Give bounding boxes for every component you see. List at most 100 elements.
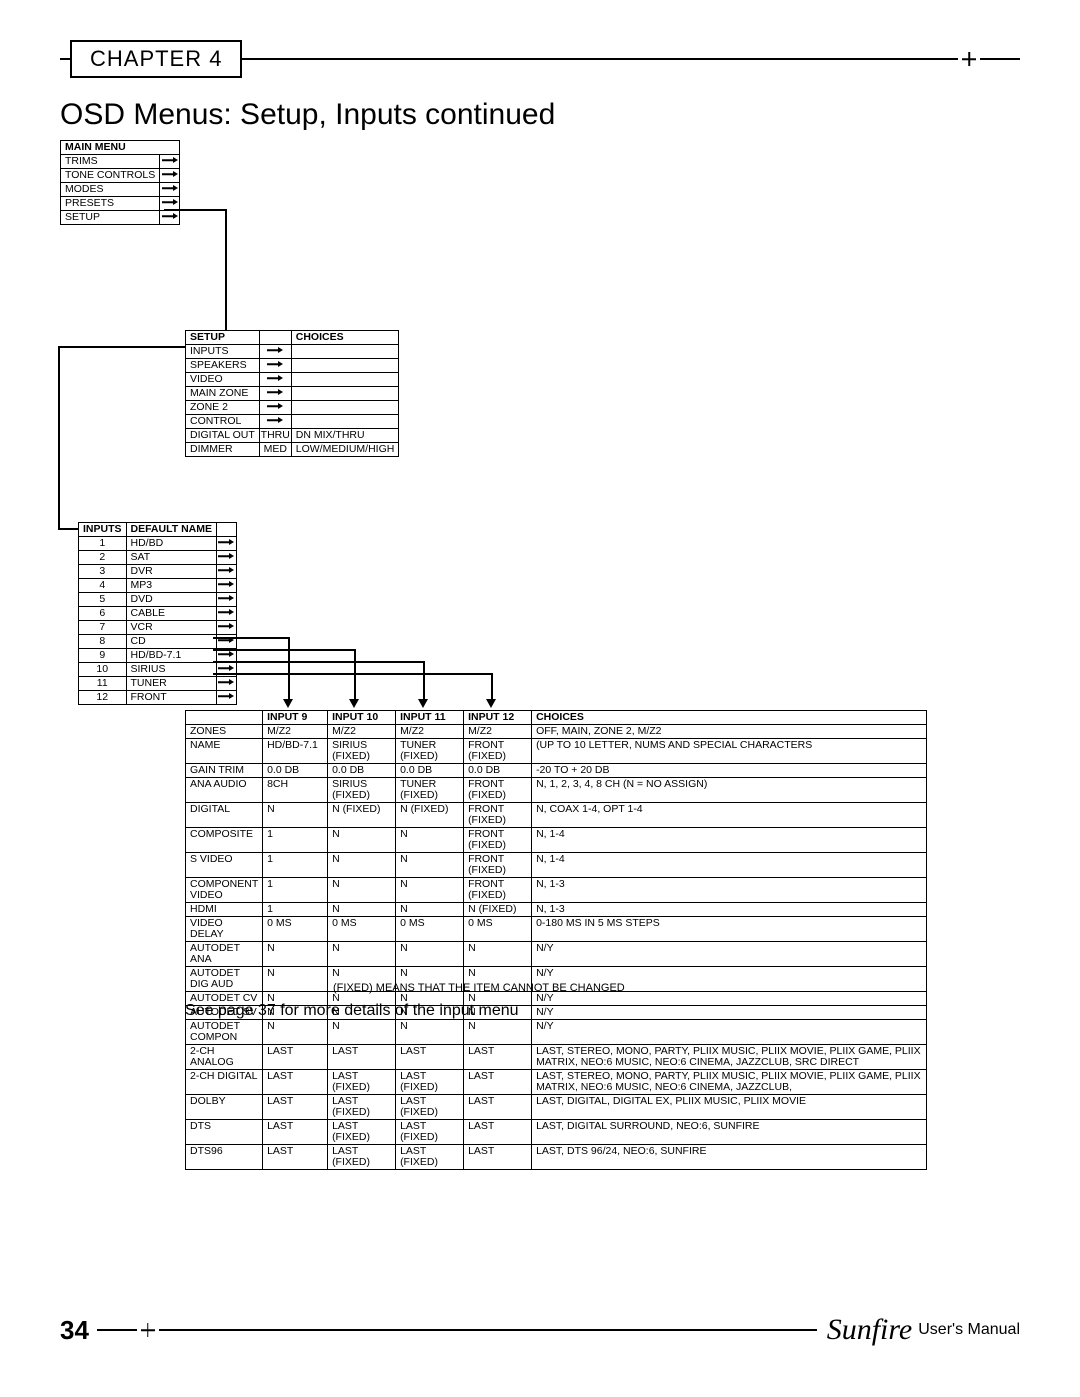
setup-menu-choice: DN MIX/THRU <box>291 429 399 443</box>
input-number: 6 <box>79 607 127 621</box>
main-menu-item: MODES <box>61 183 160 197</box>
detail-header: CHOICES <box>532 711 927 725</box>
setup-menu-choice <box>291 387 399 401</box>
detail-value: LAST (FIXED) <box>396 1095 464 1120</box>
detail-choices: LAST, DIGITAL, DIGITAL EX, PLIIX MUSIC, … <box>532 1095 927 1120</box>
arrow-down-icon <box>283 699 293 708</box>
detail-choices: N/Y <box>532 1006 927 1020</box>
detail-value: 0 MS <box>263 917 328 942</box>
detail-value: FRONT (FIXED) <box>464 853 532 878</box>
detail-row-label: COMPOSITE <box>186 828 263 853</box>
chapter-header: CHAPTER 4 <box>60 40 1020 78</box>
detail-value: N (FIXED) <box>328 803 396 828</box>
detail-value: 1 <box>263 853 328 878</box>
detail-value: N <box>328 1020 396 1045</box>
connector-line <box>213 673 491 675</box>
detail-value: 1 <box>263 878 328 903</box>
detail-row-label: COMPONENT VIDEO <box>186 878 263 903</box>
arrow-right-icon <box>259 345 291 359</box>
detail-value: N (FIXED) <box>396 803 464 828</box>
detail-row-label: DIGITAL <box>186 803 263 828</box>
setup-menu-item: INPUTS <box>186 345 260 359</box>
connector-line <box>213 637 288 639</box>
setup-menu-item: CONTROL <box>186 415 260 429</box>
input-number: 4 <box>79 579 127 593</box>
detail-choices: LAST, DTS 96/24, NEO:6, SUNFIRE <box>532 1145 927 1170</box>
main-menu-item: SETUP <box>61 211 160 225</box>
arrow-down-icon <box>418 699 428 708</box>
arrow-right-icon <box>259 359 291 373</box>
detail-value: 1 <box>263 828 328 853</box>
detail-choices: N, 1-4 <box>532 828 927 853</box>
detail-value: N <box>328 828 396 853</box>
detail-value: N <box>396 903 464 917</box>
detail-row-label: VIDEO DELAY <box>186 917 263 942</box>
detail-choices: N, 1-4 <box>532 853 927 878</box>
setup-menu-item: MAIN ZONE <box>186 387 260 401</box>
detail-value: LAST (FIXED) <box>328 1070 396 1095</box>
input-default-name: MP3 <box>126 579 216 593</box>
detail-value: LAST <box>263 1095 328 1120</box>
detail-row-label: AUTODET ANA <box>186 942 263 967</box>
detail-row-label: AUTODET DIG AUD <box>186 967 263 992</box>
connector-line <box>58 528 78 530</box>
detail-value: FRONT (FIXED) <box>464 878 532 903</box>
detail-choices: LAST, STEREO, MONO, PARTY, PLIIX MUSIC, … <box>532 1045 927 1070</box>
header-rule-left <box>60 58 70 61</box>
arrow-right-icon <box>216 565 236 579</box>
detail-value: N <box>263 1020 328 1045</box>
detail-value: LAST (FIXED) <box>396 1070 464 1095</box>
detail-value: N <box>396 853 464 878</box>
detail-choices: N, 1-3 <box>532 903 927 917</box>
arrow-right-icon <box>259 387 291 401</box>
detail-value: 0.0 DB <box>464 764 532 778</box>
detail-value: N <box>396 1020 464 1045</box>
detail-value: N <box>328 878 396 903</box>
detail-choices: LAST, STEREO, MONO, PARTY, PLIIX MUSIC, … <box>532 1070 927 1095</box>
detail-value: N <box>396 942 464 967</box>
arrow-down-icon <box>486 699 496 708</box>
detail-value: 0 MS <box>396 917 464 942</box>
setup-menu-choice <box>291 359 399 373</box>
main-menu-header: MAIN MENU <box>61 141 180 155</box>
detail-value: N <box>263 967 328 992</box>
detail-value: N (FIXED) <box>464 903 532 917</box>
footer-rule <box>97 1329 137 1332</box>
setup-menu-item: DIGITAL OUT <box>186 429 260 443</box>
connector-line <box>423 661 425 699</box>
setup-menu-choice: LOW/MEDIUM/HIGH <box>291 443 399 457</box>
detail-value: LAST (FIXED) <box>328 1120 396 1145</box>
setup-menu-value: THRU <box>259 429 291 443</box>
detail-value: SIRIUS (FIXED) <box>328 778 396 803</box>
page-title: OSD Menus: Setup, Inputs continued <box>60 98 1020 132</box>
setup-menu-item: DIMMER <box>186 443 260 457</box>
detail-value: LAST (FIXED) <box>328 1145 396 1170</box>
detail-choices: LAST, DIGITAL SURROUND, NEO:6, SUNFIRE <box>532 1120 927 1145</box>
detail-value: LAST <box>464 1120 532 1145</box>
detail-row-label: GAIN TRIM <box>186 764 263 778</box>
detail-value: 0.0 DB <box>263 764 328 778</box>
input-default-name: FRONT <box>126 691 216 705</box>
input-default-name: TUNER <box>126 677 216 691</box>
arrow-right-icon <box>216 551 236 565</box>
arrow-right-icon <box>216 677 236 691</box>
header-rule-tail <box>980 58 1020 61</box>
main-menu-item: TONE CONTROLS <box>61 169 160 183</box>
detail-value: HD/BD-7.1 <box>263 739 328 764</box>
arrow-right-icon <box>216 607 236 621</box>
arrow-right-icon <box>216 593 236 607</box>
connector-line <box>225 209 227 330</box>
input-default-name: DVR <box>126 565 216 579</box>
arrow-right-icon <box>259 401 291 415</box>
detail-value: 8CH <box>263 778 328 803</box>
detail-row-label: 2-CH ANALOG <box>186 1045 263 1070</box>
detail-value: M/Z2 <box>328 725 396 739</box>
setup-menu-item: VIDEO <box>186 373 260 387</box>
detail-choices: N, COAX 1-4, OPT 1-4 <box>532 803 927 828</box>
detail-choices: N, 1-3 <box>532 878 927 903</box>
see-page-note: See page 37 for more details of the inpu… <box>185 1002 519 1020</box>
main-menu-item: TRIMS <box>61 155 160 169</box>
arrow-right-icon <box>160 183 180 197</box>
detail-value: N <box>263 803 328 828</box>
setup-menu-choice <box>291 373 399 387</box>
